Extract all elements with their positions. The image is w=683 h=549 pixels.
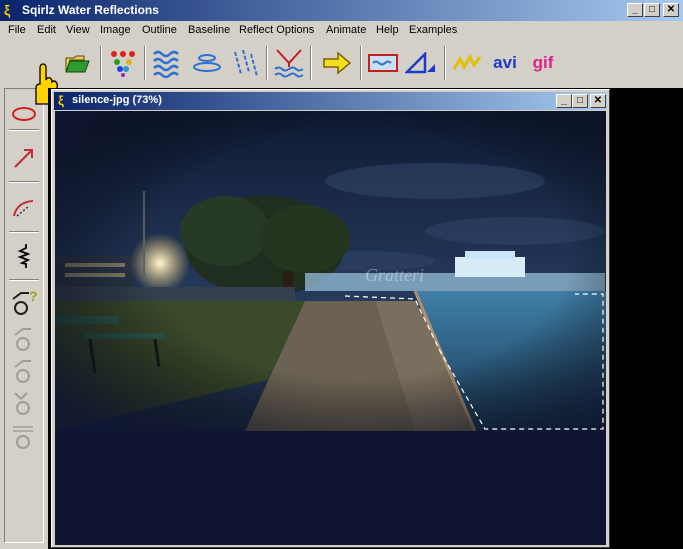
baseline-tool[interactable]: [7, 239, 41, 273]
color-dots-icon: [111, 51, 135, 77]
reflection-button[interactable]: [272, 44, 306, 82]
tool-separator: [9, 129, 39, 131]
reflect-tool-2[interactable]: [7, 321, 41, 355]
line-tool[interactable]: [7, 141, 41, 175]
menu-image[interactable]: Image: [100, 24, 131, 36]
close-button[interactable]: ✕: [663, 3, 679, 17]
tool-separator: [9, 231, 39, 233]
document-titlebar: ξ silence-jpg (73%) _ □ ✕: [54, 92, 607, 110]
zigzag-icon: [452, 53, 482, 71]
protractor-icon: [13, 200, 34, 217]
open-file-button[interactable]: [60, 44, 94, 82]
triangle-icon: [405, 52, 435, 74]
menu-help[interactable]: Help: [376, 24, 399, 36]
toolbar-separator: [360, 46, 362, 80]
minimize-button[interactable]: _: [627, 3, 643, 17]
menu-reflect-options[interactable]: Reflect Options: [239, 24, 314, 36]
water-waves-icon: [153, 50, 179, 78]
reflection-y-icon: [274, 49, 304, 78]
photo-watermark: Gratteri: [365, 265, 424, 285]
document-title: silence-jpg (73%): [72, 94, 162, 106]
toolbar-separator: [144, 46, 146, 80]
document-minimize-button[interactable]: _: [556, 94, 572, 108]
reflect-disabled-icon: [13, 426, 33, 449]
reflect-disabled-icon: [14, 328, 31, 351]
reflect-disabled-icon: [14, 392, 30, 415]
animate-button[interactable]: [450, 44, 484, 82]
preview-frame-icon: [368, 54, 398, 72]
tool-separator: [9, 181, 39, 183]
toolbar-separator: [310, 46, 312, 80]
toolbar-separator: [444, 46, 446, 80]
reflect-tool-4[interactable]: [7, 385, 41, 419]
tool-palette: ?: [4, 88, 44, 543]
menu-examples[interactable]: Examples: [409, 24, 457, 36]
reflect-help-tool[interactable]: ?: [7, 285, 41, 319]
rain-streaks-icon: [234, 49, 258, 77]
document-window: ξ silence-jpg (73%) _ □ ✕ Gratteri: [51, 89, 610, 548]
main-toolbar: avi gif: [48, 42, 568, 84]
document-logo-icon: ξ: [58, 93, 64, 108]
arc-tool[interactable]: [7, 191, 41, 225]
night-waterfront-photo: Gratteri: [55, 111, 606, 545]
app-titlebar: ξ Sqirlz Water Reflections _ □ ✕: [0, 0, 683, 21]
toolbar-separator: [100, 46, 102, 80]
image-canvas[interactable]: Gratteri: [55, 111, 606, 545]
reflect-disabled-icon: [14, 360, 31, 383]
arrow-line-icon: [14, 149, 33, 168]
ellipse-ripples-icon: [193, 54, 221, 72]
save-avi-button[interactable]: avi: [488, 44, 522, 82]
app-title: Sqirlz Water Reflections: [22, 3, 159, 17]
reflect-help-icon: ?: [12, 288, 38, 315]
arrow-right-icon: [323, 51, 352, 75]
folder-open-icon: [65, 55, 90, 73]
ripples-button[interactable]: [150, 44, 184, 82]
svg-text:?: ?: [29, 288, 38, 304]
zigzag-baseline-icon: [17, 244, 31, 268]
menu-bar: File Edit View Image Outline Baseline Re…: [0, 21, 683, 40]
preview-button[interactable]: [366, 44, 400, 82]
reflect-tool-3[interactable]: [7, 353, 41, 387]
reflect-tool-5[interactable]: [7, 419, 41, 453]
document-maximize-button[interactable]: □: [572, 94, 588, 108]
maximize-button[interactable]: □: [644, 3, 660, 17]
tool-separator: [9, 279, 39, 281]
menu-edit[interactable]: Edit: [37, 24, 56, 36]
menu-view[interactable]: View: [66, 24, 90, 36]
menu-baseline[interactable]: Baseline: [188, 24, 230, 36]
toolbar-separator: [266, 46, 268, 80]
document-close-button[interactable]: ✕: [590, 94, 606, 108]
rain-button[interactable]: [228, 44, 262, 82]
apply-button[interactable]: [320, 44, 354, 82]
save-gif-button[interactable]: gif: [526, 44, 560, 82]
menu-outline[interactable]: Outline: [142, 24, 177, 36]
perspective-button[interactable]: [404, 44, 438, 82]
menu-animate[interactable]: Animate: [326, 24, 366, 36]
app-logo-icon: ξ: [4, 2, 11, 18]
ellipse-waves-button[interactable]: [190, 44, 224, 82]
menu-file[interactable]: File: [8, 24, 26, 36]
colors-button[interactable]: [106, 44, 140, 82]
